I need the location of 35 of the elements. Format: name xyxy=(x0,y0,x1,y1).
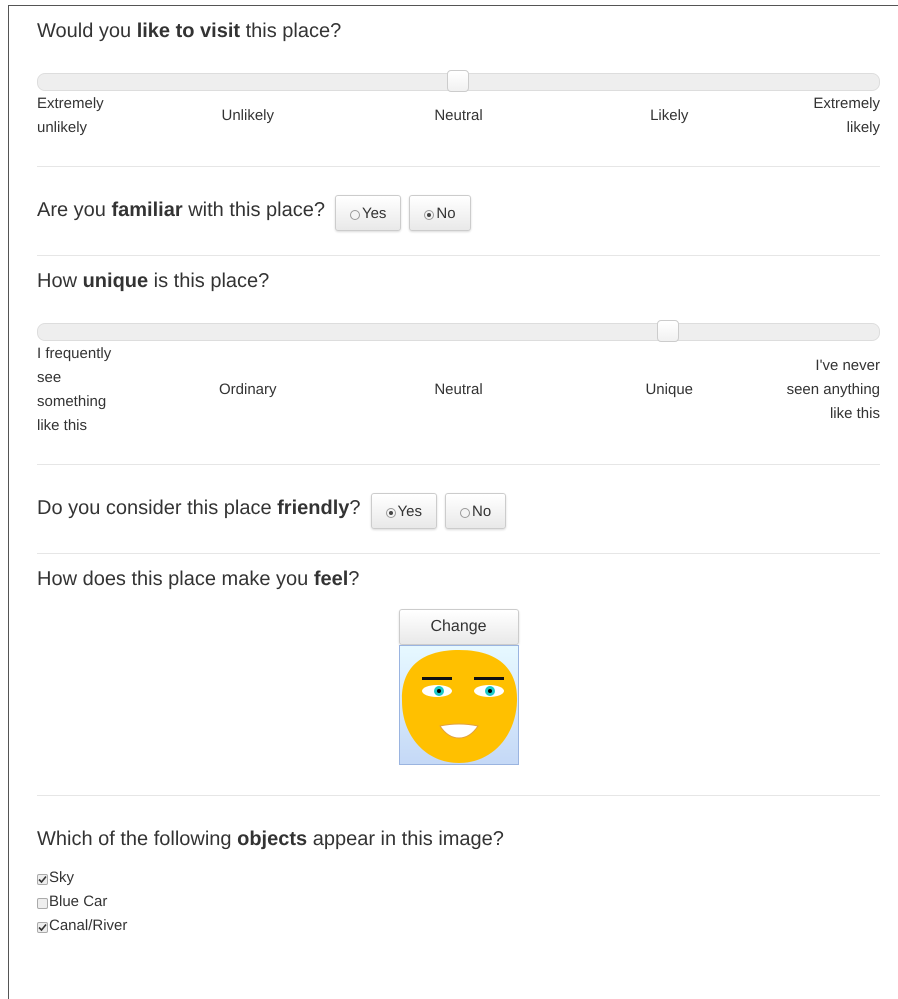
option-button[interactable]: Yes xyxy=(334,195,402,231)
scale-label: Extremely unlikely xyxy=(37,94,105,138)
slider-thumb[interactable] xyxy=(656,320,679,342)
scale-label: Likely xyxy=(650,106,688,126)
scale-label: I've never seen anything like this xyxy=(786,356,880,424)
checkbox-label[interactable]: Blue Car xyxy=(49,890,108,914)
option-button[interactable]: Yes xyxy=(370,493,437,529)
question-text: Are you familiar with this place? xyxy=(37,198,325,223)
question-text: How does this place make you feel? xyxy=(37,567,360,592)
radio-button[interactable] xyxy=(386,508,396,518)
scale-label: Neutral xyxy=(434,380,483,400)
question-text: Would you like to visit this place? xyxy=(37,19,342,44)
option-button[interactable]: No xyxy=(409,195,471,231)
scale-label: Neutral xyxy=(434,106,483,126)
radio-button[interactable] xyxy=(424,210,434,220)
checkbox[interactable] xyxy=(37,898,48,909)
scale-label: Extremely likely xyxy=(812,94,880,138)
scale-label: Ordinary xyxy=(218,380,277,400)
checkbox-label[interactable]: Sky xyxy=(49,866,74,890)
scale-label: I frequently see something like this xyxy=(37,344,112,436)
radio-button[interactable] xyxy=(460,508,470,518)
checkbox-label[interactable]: Canal/River xyxy=(49,914,128,938)
option-button[interactable]: No xyxy=(445,493,506,529)
slider-track[interactable] xyxy=(37,323,880,341)
question-text: How unique is this place? xyxy=(37,269,270,294)
slider-thumb[interactable] xyxy=(446,70,468,92)
scale-label: Unlikely xyxy=(221,106,274,126)
checkbox[interactable] xyxy=(37,874,48,885)
question-text: Which of the following objects appear in this image? xyxy=(37,827,504,852)
slider-track[interactable] xyxy=(37,73,880,91)
checkbox[interactable] xyxy=(37,922,48,933)
question-text: Do you consider this place friendly? xyxy=(37,496,361,521)
change-button[interactable]: Change xyxy=(398,609,518,645)
scale-label: Unique xyxy=(645,380,694,400)
radio-button[interactable] xyxy=(350,210,360,220)
